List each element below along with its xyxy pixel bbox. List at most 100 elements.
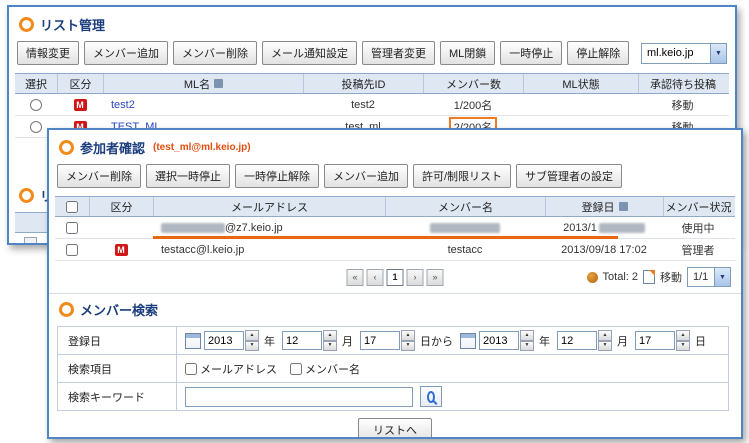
- member-name-cell: [385, 217, 545, 238]
- pagination-bar: « ‹ 1 › » Total: 2 移動 1/1 ▼: [49, 263, 741, 290]
- unpause-button[interactable]: 一時停止解除: [235, 164, 319, 188]
- list-management-header: リスト管理: [9, 7, 735, 39]
- participants-window: 参加者確認 (test_ml@ml.keio.jp) メンバー削除 選択一時停止…: [47, 128, 743, 439]
- unit-year: 年: [264, 333, 275, 349]
- col-header-member-name: メンバー名: [385, 197, 545, 216]
- redacted-text: [430, 223, 500, 233]
- reg-date-label: 登録日: [58, 327, 177, 355]
- col-header-email: メールアドレス: [153, 197, 385, 216]
- next-page-button[interactable]: ›: [407, 269, 424, 286]
- sort-icon[interactable]: [619, 202, 628, 211]
- page-jump-select[interactable]: 1/1 ▼: [687, 267, 731, 287]
- year-to-input[interactable]: [479, 331, 519, 350]
- prev-page-button[interactable]: ‹: [367, 269, 384, 286]
- change-admin-button[interactable]: 管理者変更: [362, 41, 435, 65]
- category-cell: [89, 217, 153, 238]
- search-items-row: 検索項目 メールアドレス メンバー名: [58, 355, 729, 383]
- search-button[interactable]: [420, 386, 442, 407]
- day-from-input[interactable]: [360, 331, 400, 350]
- ml-status: [523, 94, 638, 115]
- section-marker-icon: [59, 140, 74, 155]
- table-row: M testacc@l.keio.jp testacc 2013/09/18 1…: [55, 239, 735, 261]
- page-jump-value: 1/1: [688, 271, 714, 283]
- list-management-toolbar: 情報変更 メンバー追加 メンバー削除 メール通知設定 管理者変更 ML閉鎖 一時…: [9, 39, 735, 71]
- participants-toolbar: メンバー削除 選択一時停止 一時停止解除 メンバー追加 許可/制限リスト サブ管…: [49, 162, 741, 194]
- magnifier-icon: [427, 391, 435, 403]
- spin-down-icon[interactable]: ▼: [401, 341, 415, 352]
- member-select-checkbox[interactable]: [66, 222, 78, 234]
- close-ml-button[interactable]: ML閉鎖: [440, 41, 495, 65]
- first-page-button[interactable]: «: [347, 269, 364, 286]
- info-change-button[interactable]: 情報変更: [17, 41, 79, 65]
- col-header-reg-date: 登録日: [545, 197, 663, 216]
- allow-deny-list-button[interactable]: 許可/制限リスト: [413, 164, 511, 188]
- day-to-input[interactable]: [635, 331, 675, 350]
- ml-select-radio[interactable]: [30, 121, 42, 133]
- sort-icon[interactable]: [214, 79, 223, 88]
- year-from-input[interactable]: [204, 331, 244, 350]
- col-header-reg-date-label: 登録日: [582, 199, 615, 215]
- col-header-ml-name: ML名: [103, 74, 303, 93]
- member-select-checkbox[interactable]: [66, 244, 78, 256]
- participants-table: 区分 メールアドレス メンバー名 登録日 メンバー状況 @z7.keio.jp: [55, 196, 735, 261]
- month-from-input[interactable]: [282, 331, 322, 350]
- spin-up-icon[interactable]: ▲: [676, 330, 690, 341]
- keyword-row: 検索キーワード: [58, 383, 729, 411]
- select-all-checkbox[interactable]: [66, 201, 78, 213]
- search-keyword-input[interactable]: [185, 387, 413, 407]
- col-header-category: 区分: [57, 74, 103, 93]
- col-header-ml-name-label: ML名: [184, 76, 210, 92]
- unit-day-from: 日から: [420, 333, 453, 349]
- pause-button[interactable]: 一時停止: [500, 41, 562, 65]
- reg-date-cell: 2013/1: [545, 217, 663, 238]
- col-header-member-status: メンバー状況: [663, 197, 733, 216]
- calendar-icon[interactable]: [460, 333, 476, 349]
- spin-down-icon[interactable]: ▼: [323, 341, 337, 352]
- spin-up-icon[interactable]: ▲: [598, 330, 612, 341]
- last-page-button[interactable]: »: [427, 269, 444, 286]
- sub-admin-settings-button[interactable]: サブ管理者の設定: [516, 164, 622, 188]
- ml-select-radio[interactable]: [30, 99, 42, 111]
- month-to-input[interactable]: [557, 331, 597, 350]
- col-header-select: 選択: [15, 74, 57, 93]
- mail-notify-settings-button[interactable]: メール通知設定: [262, 41, 357, 65]
- pagination-summary: Total: 2 移動 1/1 ▼: [587, 267, 731, 287]
- redacted-text: [161, 223, 225, 233]
- ml-name-link[interactable]: test2: [111, 99, 135, 111]
- calendar-icon[interactable]: [185, 333, 201, 349]
- add-member-button[interactable]: メンバー追加: [324, 164, 408, 188]
- spin-down-icon[interactable]: ▼: [598, 341, 612, 352]
- unpause-button[interactable]: 停止解除: [567, 41, 629, 65]
- spin-down-icon[interactable]: ▼: [520, 341, 534, 352]
- email-cell: testacc@l.keio.jp: [153, 239, 385, 260]
- spin-down-icon[interactable]: ▼: [245, 341, 259, 352]
- domain-select-value: ml.keio.jp: [642, 47, 710, 59]
- domain-select[interactable]: ml.keio.jp ▼: [641, 43, 727, 64]
- member-status: 使用中: [663, 217, 733, 238]
- section-marker-icon: [19, 17, 34, 32]
- category-m-badge: M: [115, 244, 128, 256]
- spin-up-icon[interactable]: ▲: [323, 330, 337, 341]
- hidden-cell-icon: [24, 237, 37, 245]
- reg-date-visible: 2013/1: [563, 222, 597, 234]
- spin-up-icon[interactable]: ▲: [245, 330, 259, 341]
- spin-down-icon[interactable]: ▼: [676, 341, 690, 352]
- email-checkbox[interactable]: [185, 363, 197, 375]
- member-name-checkbox[interactable]: [290, 363, 302, 375]
- to-list-button[interactable]: リストへ: [358, 418, 432, 439]
- member-name-cell: testacc: [385, 239, 545, 260]
- delete-member-button[interactable]: メンバー削除: [57, 164, 141, 188]
- delete-member-button[interactable]: メンバー削除: [173, 41, 257, 65]
- member-search-section: メンバー検索 登録日 ▲▼ 年 ▲▼ 月: [49, 293, 741, 439]
- add-member-button[interactable]: メンバー追加: [84, 41, 168, 65]
- email-cell: @z7.keio.jp: [153, 217, 385, 238]
- participants-table-header: 区分 メールアドレス メンバー名 登録日 メンバー状況: [55, 196, 735, 217]
- current-page-button[interactable]: 1: [387, 269, 404, 286]
- spin-up-icon[interactable]: ▲: [401, 330, 415, 341]
- section-marker-icon: [59, 302, 74, 317]
- total-count: Total: 2: [603, 271, 638, 283]
- pause-selected-button[interactable]: 選択一時停止: [146, 164, 230, 188]
- spin-up-icon[interactable]: ▲: [520, 330, 534, 341]
- search-items-label: 検索項目: [58, 355, 177, 383]
- category-m-badge: M: [74, 99, 87, 111]
